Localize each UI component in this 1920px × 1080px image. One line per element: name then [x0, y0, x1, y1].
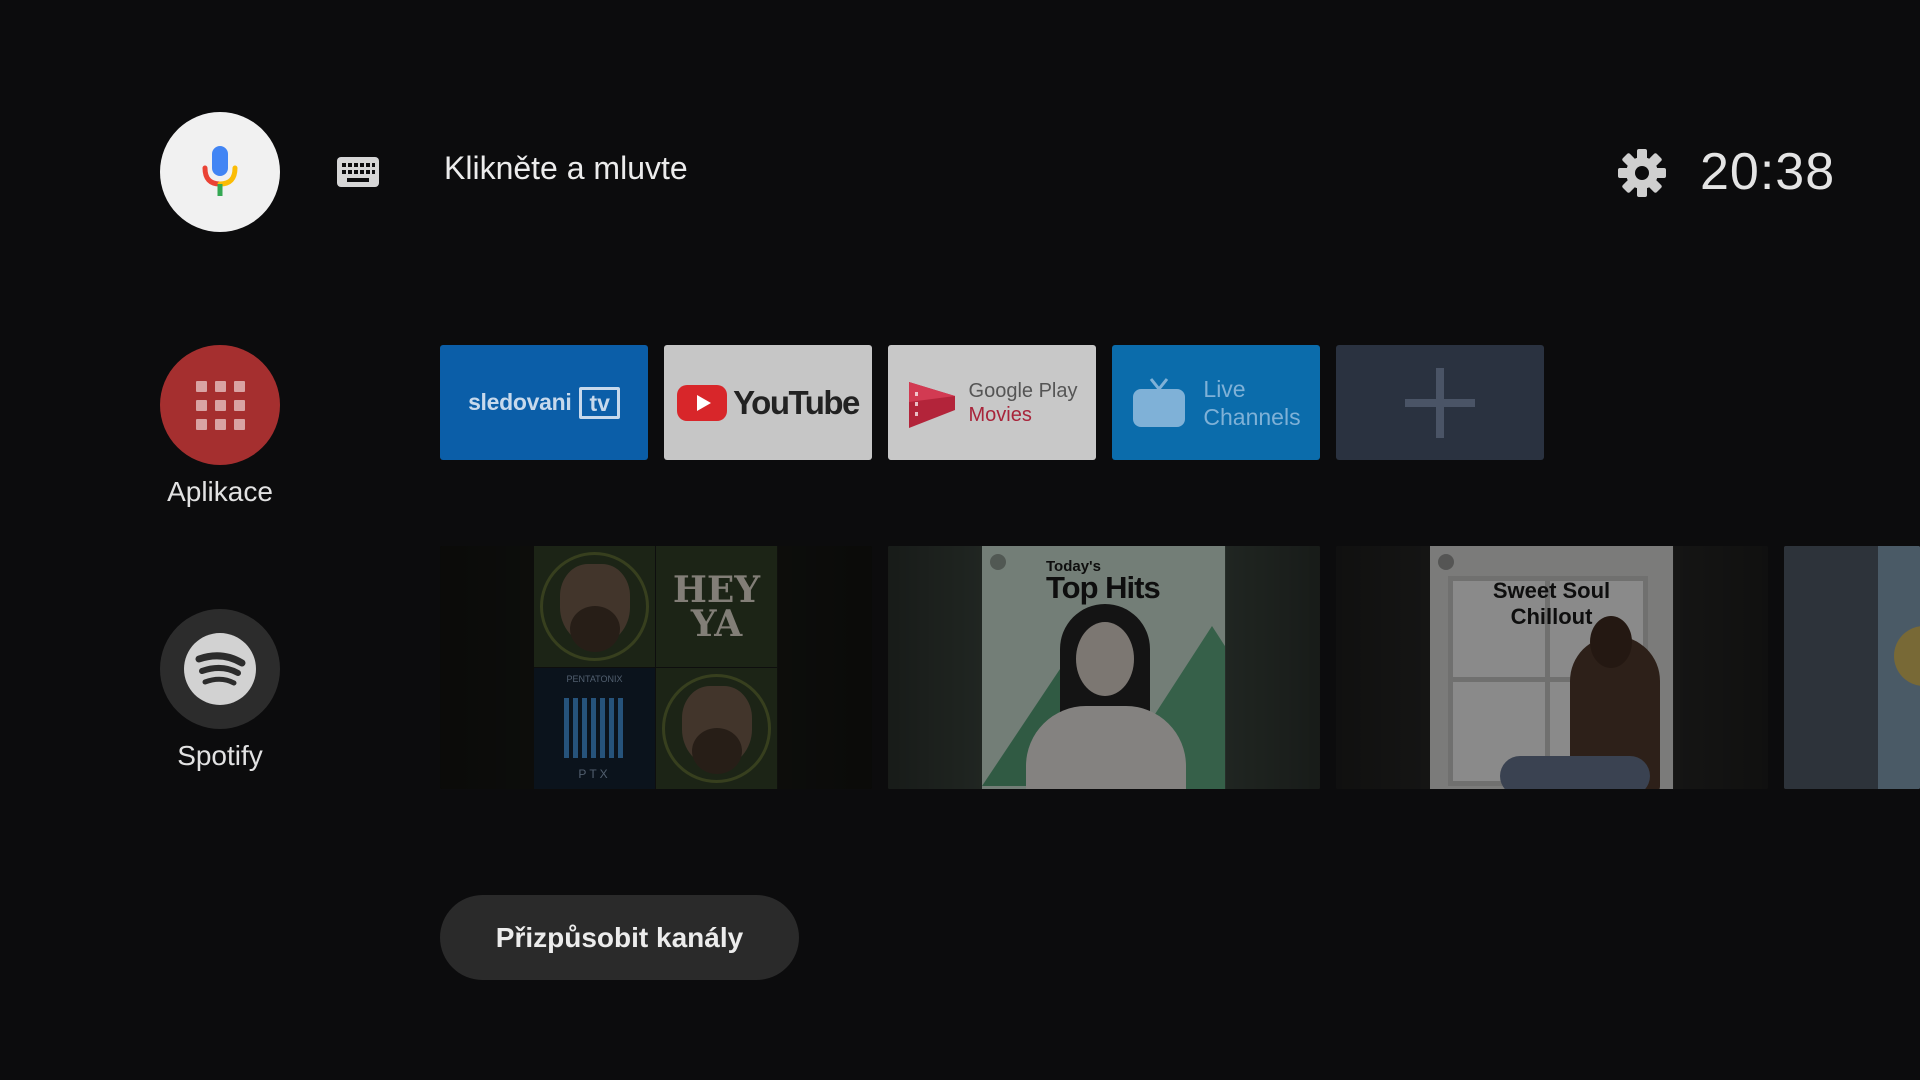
spotify-icon — [184, 633, 256, 705]
tv-icon — [1133, 377, 1186, 427]
spotify-card-recent[interactable]: HEY YA PENTATONIX PTX — [440, 546, 872, 789]
top-hits-title: Top Hits — [1046, 570, 1161, 605]
sweet-soul-title-line2: Chillout — [1510, 604, 1593, 629]
sweet-soul-cover-image: Sweet Soul Chillout — [1430, 546, 1673, 789]
tv-badge: tv — [579, 386, 620, 419]
app-tile-google-play-movies[interactable]: Google Play Movies — [888, 345, 1096, 460]
voice-search-button[interactable] — [160, 112, 280, 232]
clock: 20:38 — [1700, 143, 1836, 201]
hey-ya-title: HEY YA — [672, 568, 761, 645]
spotify-label: Spotify — [177, 740, 263, 771]
app-tile-sledovani-tv[interactable]: sledovani tv — [440, 345, 648, 460]
pentatonix-label: PENTATONIX — [566, 674, 623, 684]
youtube-logo-text: YouTube — [733, 383, 860, 421]
app-tile-live-channels[interactable]: Live Channels — [1112, 345, 1320, 460]
plus-icon — [1405, 367, 1475, 438]
album-mosaic-image: HEY YA PENTATONIX PTX — [534, 546, 777, 789]
sledovani-logo-text: sledovani — [468, 389, 572, 415]
sweet-soul-title-line1: Sweet Soul — [1492, 578, 1611, 603]
customize-channels-button[interactable]: Přizpůsobit kanály — [440, 895, 799, 980]
youtube-play-icon — [677, 384, 728, 421]
apps-button[interactable] — [160, 345, 280, 465]
top-hits-cover-image: Today's Top Hits — [982, 546, 1225, 789]
apps-label: Aplikace — [167, 476, 273, 507]
play-movies-icon — [908, 381, 955, 428]
mic-icon — [202, 146, 238, 196]
add-app-button[interactable] — [1336, 345, 1544, 460]
spotify-card-sweet-soul[interactable]: Sweet Soul Chillout — [1336, 546, 1768, 789]
keyboard-icon[interactable] — [337, 157, 379, 187]
spotify-channel-button[interactable] — [160, 609, 280, 729]
apps-grid-icon — [195, 380, 245, 430]
spotify-card-top-hits[interactable]: Today's Top Hits — [888, 546, 1320, 789]
app-tile-youtube[interactable]: YouTube — [664, 345, 872, 460]
ptx-label: PTX — [578, 767, 611, 781]
channels-label: Channels — [1203, 403, 1301, 430]
gear-icon[interactable] — [1617, 148, 1667, 198]
live-label: Live — [1203, 375, 1246, 402]
movies-label: Movies — [968, 403, 1032, 426]
search-prompt[interactable]: Klikněte a mluvte — [444, 150, 688, 187]
spotify-card-partial[interactable] — [1784, 546, 1920, 789]
google-play-label: Google Play — [968, 379, 1078, 402]
